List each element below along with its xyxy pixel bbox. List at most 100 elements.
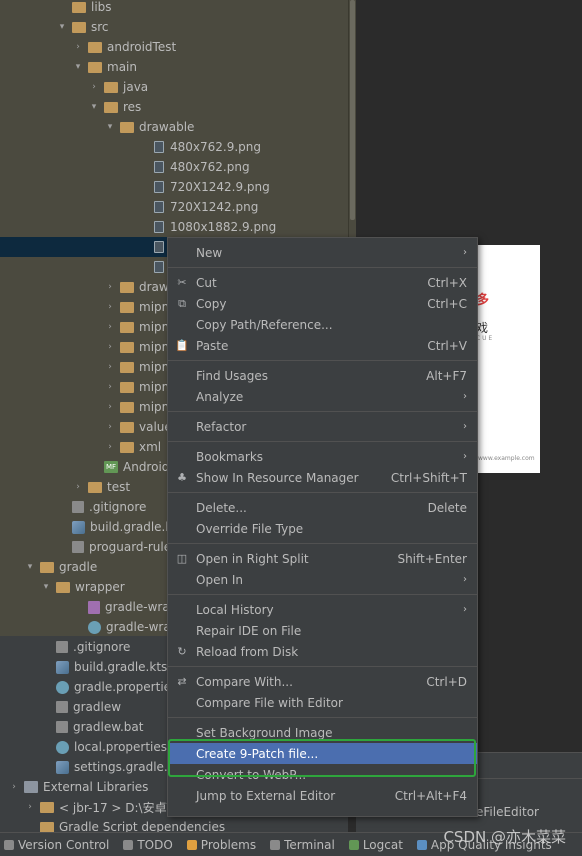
gradle-icon	[56, 740, 69, 754]
chevron-right-icon[interactable]: ›	[24, 802, 36, 812]
kts-icon	[56, 760, 69, 774]
menu-item-compare-with[interactable]: ⇄ Compare With... Ctrl+D	[168, 671, 477, 692]
toolwindow-version-control[interactable]: Version Control	[4, 838, 109, 852]
chevron-down-icon[interactable]: ▾	[56, 22, 68, 32]
menu-item-label: Delete...	[196, 500, 247, 515]
tree-row[interactable]: 480x762.png	[0, 157, 348, 177]
tree-row[interactable]: 720X1242.png	[0, 197, 348, 217]
menu-item-copy[interactable]: ⧉ Copy Ctrl+C	[168, 293, 477, 314]
open-in-right-split-icon: ◫	[176, 552, 188, 565]
tree-row-label: main	[107, 60, 137, 74]
submenu-arrow-icon: ›	[463, 451, 467, 462]
compare-with-icon: ⇄	[177, 675, 187, 688]
menu-item-show-in-resource-manager[interactable]: ♣ Show In Resource Manager Ctrl+Shift+T	[168, 467, 477, 488]
menu-item-analyze[interactable]: Analyze ›	[168, 386, 477, 407]
chevron-down-icon[interactable]: ▾	[72, 62, 84, 72]
chevron-right-icon[interactable]: ›	[104, 342, 116, 352]
menu-item-open-in-right-split[interactable]: ◫ Open in Right Split Shift+Enter	[168, 548, 477, 569]
menu-item-paste[interactable]: 📋 Paste Ctrl+V	[168, 335, 477, 356]
chevron-right-icon[interactable]: ›	[72, 482, 84, 492]
menu-separator	[168, 594, 477, 595]
menu-item-refactor[interactable]: Refactor ›	[168, 416, 477, 437]
tree-row[interactable]: ▾ res	[0, 97, 348, 117]
menu-item-bookmarks[interactable]: Bookmarks ›	[168, 446, 477, 467]
menu-item-find-usages[interactable]: Find Usages Alt+F7	[168, 365, 477, 386]
scrollbar-thumb[interactable]	[350, 0, 355, 220]
chevron-right-icon[interactable]: ›	[104, 402, 116, 412]
menu-item-compare-file-with-editor[interactable]: Compare File with Editor	[168, 692, 477, 713]
submenu-arrow-icon: ›	[463, 247, 467, 258]
menu-item-new[interactable]: New ›	[168, 242, 477, 263]
tree-row-label: local.properties	[74, 740, 168, 754]
menu-item-override-file-type[interactable]: Override File Type	[168, 518, 477, 539]
context-menu: New › ✂ Cut Ctrl+X ⧉ Copy Ctrl+C Copy Path/Refer…	[167, 237, 478, 817]
menu-item-cut[interactable]: ✂ Cut Ctrl+X	[168, 272, 477, 293]
menu-item-open-in[interactable]: Open In ›	[168, 569, 477, 590]
img-icon	[154, 221, 164, 233]
toolwindow-logcat[interactable]: Logcat	[348, 838, 403, 852]
menu-item-label: Local History	[196, 602, 274, 617]
chevron-right-icon[interactable]: ›	[104, 362, 116, 372]
chevron-down-icon[interactable]: ▾	[88, 102, 100, 112]
chevron-right-icon[interactable]: ›	[104, 282, 116, 292]
folder-icon	[104, 81, 118, 93]
chevron-down-icon[interactable]: ▾	[104, 122, 116, 132]
folder-icon	[120, 121, 134, 133]
menu-item-delete[interactable]: Delete... Delete	[168, 497, 477, 518]
tree-row[interactable]: ▾ src	[0, 17, 348, 37]
folder-icon	[88, 41, 102, 53]
chevron-right-icon[interactable]: ›	[88, 82, 100, 92]
chevron-right-icon[interactable]: ›	[104, 422, 116, 432]
tree-row-label: Gradle Script dependencies	[59, 820, 226, 832]
tree-row-label: 1080x1882.9.png	[170, 220, 277, 234]
bottom-panel-label[interactable]: eFileEditor	[476, 805, 539, 819]
chevron-right-icon[interactable]: ›	[104, 302, 116, 312]
tree-row-label: xml	[139, 440, 162, 454]
tree-row[interactable]: Gradle Script dependencies	[0, 817, 348, 832]
preview-footer-text: www.example.com	[478, 455, 535, 462]
chevron-down-icon[interactable]: ▾	[24, 562, 36, 572]
paste-icon: 📋	[175, 339, 189, 352]
tree-row[interactable]: › java	[0, 77, 348, 97]
tree-row-label: gradle	[59, 560, 98, 574]
toolwindow-label: Version Control	[18, 837, 110, 852]
tree-row[interactable]: 1080x1882.9.png	[0, 217, 348, 237]
toolwindow-terminal[interactable]: Terminal	[270, 838, 335, 852]
tree-row[interactable]: libs	[0, 0, 348, 17]
tree-row[interactable]: 720X1242.9.png	[0, 177, 348, 197]
menu-item-label: Override File Type	[196, 521, 304, 536]
wrap-icon	[88, 600, 100, 614]
chevron-right-icon[interactable]: ›	[72, 42, 84, 52]
tree-row-label: .gitignore	[89, 500, 147, 514]
menu-item-jump-to-external-editor[interactable]: Jump to External Editor Ctrl+Alt+F4	[168, 785, 477, 806]
menu-item-local-history[interactable]: Local History ›	[168, 599, 477, 620]
chevron-right-icon[interactable]: ›	[104, 442, 116, 452]
toolwindow-icon	[4, 839, 14, 850]
menu-item-label: Compare With...	[196, 674, 293, 689]
tree-row[interactable]: ▾ main	[0, 57, 348, 77]
tree-row[interactable]: › androidTest	[0, 37, 348, 57]
chevron-down-icon[interactable]: ▾	[40, 582, 52, 592]
menu-item-label: Set Background Image	[196, 725, 333, 740]
tree-row-label: 480x762.png	[170, 160, 250, 174]
img-icon	[154, 201, 164, 213]
submenu-arrow-icon: ›	[463, 391, 467, 402]
chevron-right-icon[interactable]: ›	[104, 382, 116, 392]
chevron-right-icon[interactable]: ›	[8, 782, 20, 792]
img-icon	[154, 181, 164, 193]
toolwindow-problems[interactable]: Problems	[186, 838, 256, 852]
xmlmf-icon: MF	[104, 461, 118, 473]
tree-row-label: libs	[91, 0, 112, 14]
menu-item-reload-from-disk[interactable]: ↻ Reload from Disk	[168, 641, 477, 662]
menu-separator	[168, 717, 477, 718]
tree-row-label: test	[107, 480, 131, 494]
toolwindow-todo[interactable]: TODO	[123, 838, 173, 852]
tree-row[interactable]: 480x762.9.png	[0, 137, 348, 157]
tree-row[interactable]: ▾ drawable	[0, 117, 348, 137]
chevron-right-icon[interactable]: ›	[104, 322, 116, 332]
menu-item-copy-path-reference[interactable]: Copy Path/Reference...	[168, 314, 477, 335]
kts-icon	[72, 520, 85, 534]
menu-item-repair-ide-on-file[interactable]: Repair IDE on File	[168, 620, 477, 641]
tree-row-label: < jbr-17 > D:\安卓\j	[59, 800, 174, 815]
menu-item-shortcut: Shift+Enter	[397, 551, 467, 566]
